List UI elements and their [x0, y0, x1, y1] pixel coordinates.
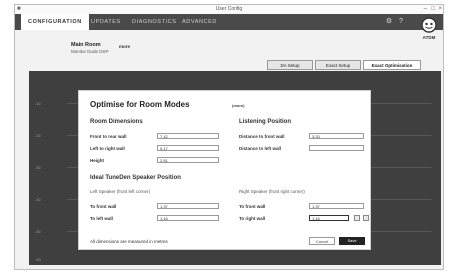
logo-text: ATDM: [423, 35, 436, 40]
tab-configuration[interactable]: CONFIGURATION: [21, 14, 89, 30]
distance-front-label: Distance to front wall: [239, 134, 285, 139]
y-tick-label: -10: [35, 101, 41, 106]
gear-icon[interactable]: ⚙: [385, 18, 393, 26]
tab-updates[interactable]: UPDATES: [91, 14, 121, 30]
maximize-icon[interactable]: □: [431, 6, 435, 12]
dialog-title: Optimise for Room Modes: [90, 100, 190, 109]
left-to-front-label: To front wall: [90, 204, 117, 209]
optimise-room-modes-dialog: Optimise for Room Modes (more) Room Dime…: [78, 90, 371, 250]
left-to-right-label: Left to right wall: [90, 146, 125, 151]
listening-position-heading: Listening Position: [239, 119, 291, 125]
right-to-front-field[interactable]: [309, 203, 364, 209]
y-tick-label: -60: [35, 257, 41, 262]
right-to-right-label: To right wall: [239, 216, 266, 221]
exact-setup-button[interactable]: Exact Setup: [315, 60, 361, 70]
left-to-front-field[interactable]: [157, 203, 219, 209]
help-icon[interactable]: ?: [397, 18, 405, 26]
title-bar: User Config ■ – □ ×: [15, 5, 443, 14]
tab-advanced[interactable]: ADVANCED: [182, 14, 217, 30]
distance-left-label: Distance to left wall: [239, 146, 282, 151]
front-to-rear-field[interactable]: [157, 133, 219, 139]
y-tick-label: -40: [35, 197, 41, 202]
height-label: Height: [90, 158, 104, 163]
room-dimensions-heading: Room Dimensions: [90, 119, 143, 125]
distance-left-field[interactable]: [309, 145, 364, 151]
y-tick-label: -20: [35, 133, 41, 138]
app-menu-icon[interactable]: ■: [17, 6, 21, 12]
device-info: Main Room Monitor Dude DSP: [71, 42, 109, 54]
option-checkbox[interactable]: [354, 215, 360, 221]
brand-logo: ATDM: [421, 17, 437, 40]
da-setup-button[interactable]: DA Setup: [267, 60, 313, 70]
right-speaker-heading: Right Speaker (front right corner): [239, 189, 305, 194]
minimize-icon[interactable]: –: [424, 6, 427, 12]
front-to-rear-label: Front to rear wall: [90, 134, 127, 139]
nav-bar: CONFIGURATION UPDATES DIAGNOSTICS ADVANC…: [15, 14, 443, 30]
right-to-front-label: To front wall: [239, 204, 266, 209]
cancel-button[interactable]: Cancel: [309, 237, 335, 245]
dialog-badge: (more): [232, 103, 245, 108]
device-subtitle: Monitor Dude DSP: [71, 49, 109, 54]
y-tick-label: -30: [35, 165, 41, 170]
left-to-left-label: To left wall: [90, 216, 113, 221]
device-name: Main Room: [71, 42, 101, 48]
height-field[interactable]: [157, 157, 219, 163]
units-note: All dimensions are measured in metres: [90, 239, 168, 244]
distance-front-field[interactable]: [309, 133, 364, 139]
tab-diagnostics[interactable]: DIAGNOSTICS: [132, 14, 177, 30]
left-speaker-heading: Left Speaker (front left corner): [90, 189, 151, 194]
right-to-right-field[interactable]: [309, 215, 349, 221]
window-title: User Config: [215, 6, 243, 12]
option-checkbox[interactable]: [363, 215, 369, 221]
y-tick-label: -50: [35, 229, 41, 234]
speaker-position-heading: Ideal TuneDen Speaker Position: [90, 175, 181, 181]
left-to-left-field[interactable]: [157, 215, 219, 221]
device-switch-link[interactable]: more: [119, 44, 130, 49]
save-button[interactable]: Save: [339, 237, 365, 245]
left-to-right-field[interactable]: [157, 145, 219, 151]
close-icon[interactable]: ×: [438, 6, 442, 12]
exact-optimisation-button[interactable]: Exact Optimisation: [363, 60, 421, 70]
app-window: User Config ■ – □ × CONFIGURATION UPDATE…: [14, 4, 444, 270]
